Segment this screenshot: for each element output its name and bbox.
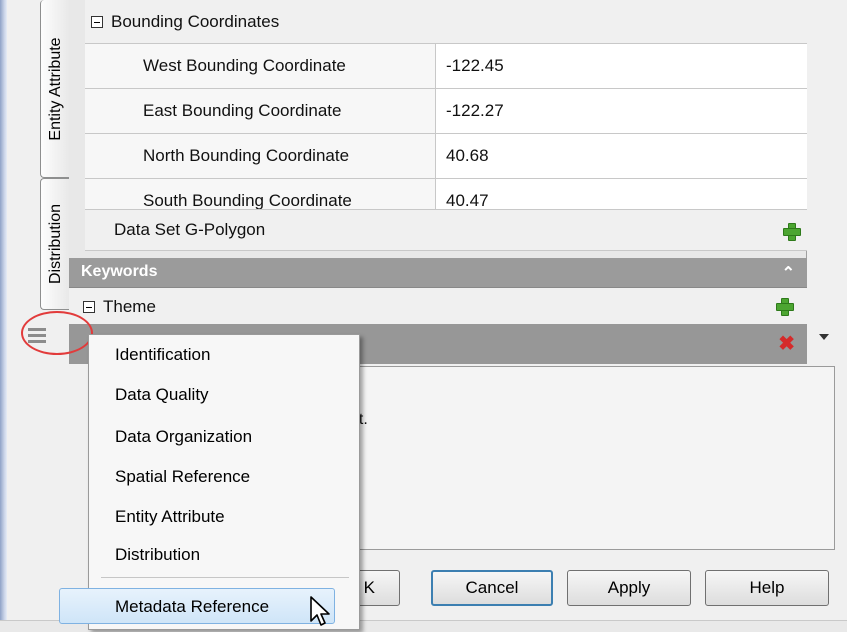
apply-button-label: Apply (607, 578, 651, 597)
table-row[interactable]: East Bounding Coordinate -122.27 (85, 89, 807, 134)
row-label: North Bounding Coordinate (143, 146, 350, 165)
east-coordinate-value[interactable]: -122.27 (435, 89, 807, 133)
tab-distribution[interactable]: Distribution (40, 178, 70, 310)
add-theme-plus-icon[interactable] (776, 298, 794, 316)
tab-entity-attribute-label: Entity Attribute (46, 36, 64, 141)
bounding-section-label: Bounding Coordinates (111, 11, 280, 31)
annotation-circle (21, 311, 93, 355)
scroll-down-arrow-icon[interactable] (819, 334, 829, 340)
help-button[interactable]: Help (705, 570, 829, 606)
window-left-border (0, 0, 7, 632)
tab-overflow-menu: Identification Data Quality Data Organiz… (59, 334, 360, 630)
menu-item-entity-attribute[interactable]: Entity Attribute (115, 507, 225, 527)
menu-item-data-organization[interactable]: Data Organization (115, 427, 252, 447)
ok-button-label: K (363, 578, 375, 597)
delete-icon[interactable]: ✖ (778, 334, 795, 354)
keywords-header-label: Keywords (81, 263, 158, 280)
collapse-toggle-icon[interactable] (91, 15, 103, 28)
help-button-label: Help (749, 578, 785, 597)
add-polygon-plus-icon[interactable] (783, 223, 801, 241)
polygon-label: Data Set G-Polygon (114, 220, 266, 239)
table-row[interactable]: North Bounding Coordinate 40.68 (85, 134, 807, 179)
menu-item-data-quality[interactable]: Data Quality (115, 385, 209, 405)
polygon-row[interactable]: Data Set G-Polygon (85, 209, 807, 251)
vertical-scrollbar[interactable] (807, 0, 841, 366)
menu-item-metadata-reference[interactable]: Metadata Reference (115, 597, 269, 617)
bounding-section-header[interactable]: Bounding Coordinates (85, 0, 807, 44)
menu-item-distribution[interactable]: Distribution (115, 545, 200, 565)
cancel-button[interactable]: Cancel (431, 570, 553, 606)
cancel-button-label: Cancel (465, 578, 519, 597)
property-grid: Bounding Coordinates West Bounding Coord… (69, 0, 807, 258)
menu-item-identification[interactable]: Identification (115, 345, 210, 365)
row-label: East Bounding Coordinate (143, 101, 342, 120)
tab-entity-attribute[interactable]: Entity Attribute (40, 0, 70, 178)
theme-label: Theme (103, 297, 156, 316)
collapse-toggle-icon[interactable] (83, 301, 95, 313)
west-coordinate-value[interactable]: -122.45 (435, 44, 807, 88)
table-row[interactable]: West Bounding Coordinate -122.45 (85, 44, 807, 89)
double-chevron-up-icon[interactable]: ⌃ (782, 263, 795, 283)
keywords-section-header[interactable]: Keywords ⌃ (69, 258, 807, 288)
mouse-pointer-icon (310, 596, 330, 626)
menu-item-spatial-reference[interactable]: Spatial Reference (115, 467, 250, 487)
row-label: West Bounding Coordinate (143, 56, 346, 75)
north-coordinate-value[interactable]: 40.68 (435, 134, 807, 178)
theme-row[interactable]: Theme (69, 288, 807, 324)
apply-button[interactable]: Apply (567, 570, 691, 606)
menu-separator (101, 577, 349, 578)
tab-distribution-label: Distribution (46, 203, 64, 285)
